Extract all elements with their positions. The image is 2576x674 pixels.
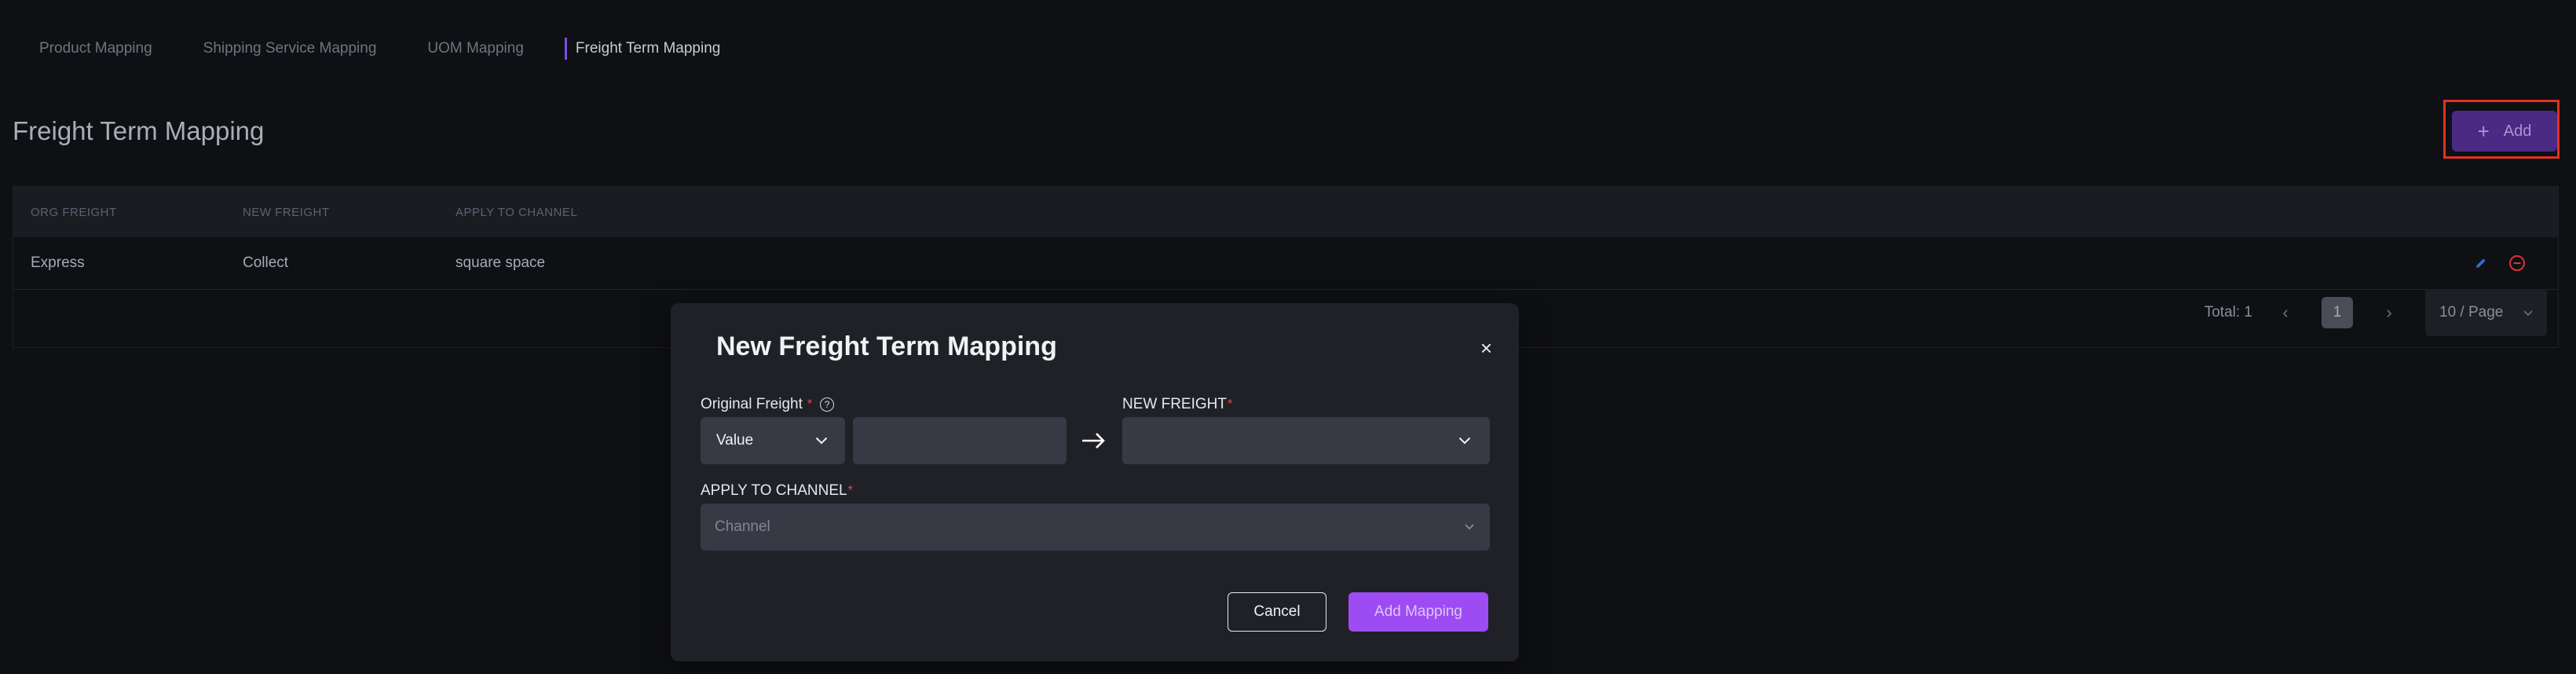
channel-select[interactable]: Channel <box>701 504 1490 551</box>
chevron-down-icon <box>2523 304 2533 321</box>
next-page-chevron-icon[interactable]: › <box>2380 302 2399 323</box>
page-size-select[interactable]: 10 / Page <box>2425 289 2547 336</box>
add-button-label: Add <box>2503 122 2532 140</box>
tab-product-mapping[interactable]: Product Mapping <box>39 38 152 60</box>
edit-pencil-icon[interactable] <box>2472 254 2490 273</box>
new-freight-term-mapping-dialog: New Freight Term Mapping × Original Frei… <box>671 303 1519 661</box>
chevron-down-icon <box>815 437 828 445</box>
page-size-value: 10 / Page <box>2439 304 2504 321</box>
cell-channel: square space <box>456 255 546 271</box>
row-actions <box>2472 254 2527 273</box>
chevron-down-icon <box>1465 524 1474 530</box>
table-header: ORG FREIGHT NEW FREIGHT APPLY TO CHANNEL <box>13 187 2558 237</box>
apply-to-channel-label-text: APPLY TO CHANNEL <box>701 482 847 499</box>
original-freight-type-select[interactable]: Value <box>701 417 845 464</box>
cell-org-freight: Express <box>31 255 85 271</box>
channel-placeholder: Channel <box>715 518 770 535</box>
original-freight-value-input[interactable] <box>853 417 1067 464</box>
delete-minus-circle-icon[interactable] <box>2508 254 2527 273</box>
prev-page-chevron-icon[interactable]: ‹ <box>2276 302 2295 323</box>
tab-bar: Product Mapping Shipping Service Mapping… <box>39 36 771 61</box>
cancel-button[interactable]: Cancel <box>1228 592 1326 632</box>
add-mapping-button[interactable]: Add Mapping <box>1348 592 1488 632</box>
tab-uom-mapping[interactable]: UOM Mapping <box>427 38 524 60</box>
plus-icon: + <box>2477 119 2490 143</box>
required-asterisk: * <box>847 484 853 497</box>
tab-freight-term-mapping[interactable]: Freight Term Mapping <box>564 38 720 60</box>
close-icon[interactable]: × <box>1480 336 1492 361</box>
cell-new-freight: Collect <box>243 255 289 271</box>
new-freight-label-text: NEW FREIGHT <box>1122 396 1227 412</box>
new-freight-select[interactable] <box>1122 417 1490 464</box>
pagination: Total: 1 ‹ 1 › 10 / Page <box>2205 289 2547 336</box>
table-row: Express Collect square space <box>13 237 2558 290</box>
page-number-1[interactable]: 1 <box>2322 297 2353 328</box>
type-select-value: Value <box>716 432 754 449</box>
required-asterisk: * <box>807 397 813 411</box>
column-header-new-freight: NEW FREIGHT <box>243 205 330 219</box>
tab-shipping-service-mapping[interactable]: Shipping Service Mapping <box>203 38 377 60</box>
column-header-org-freight: ORG FREIGHT <box>31 205 117 219</box>
chevron-down-icon <box>1458 437 1471 445</box>
original-freight-label: Original Freight * ? <box>701 396 835 413</box>
dialog-title: New Freight Term Mapping <box>716 332 1057 361</box>
column-header-apply-to-channel: APPLY TO CHANNEL <box>456 205 578 219</box>
add-button[interactable]: + Add <box>2452 111 2557 152</box>
arrow-right-icon <box>1081 429 1107 452</box>
page-title: Freight Term Mapping <box>13 116 265 145</box>
new-freight-label: NEW FREIGHT * <box>1122 396 1232 413</box>
required-asterisk: * <box>1228 397 1233 411</box>
help-question-icon[interactable]: ? <box>820 397 835 412</box>
original-freight-label-text: Original Freight <box>701 396 803 412</box>
apply-to-channel-label: APPLY TO CHANNEL * <box>701 482 853 500</box>
total-count: Total: 1 <box>2204 304 2252 321</box>
